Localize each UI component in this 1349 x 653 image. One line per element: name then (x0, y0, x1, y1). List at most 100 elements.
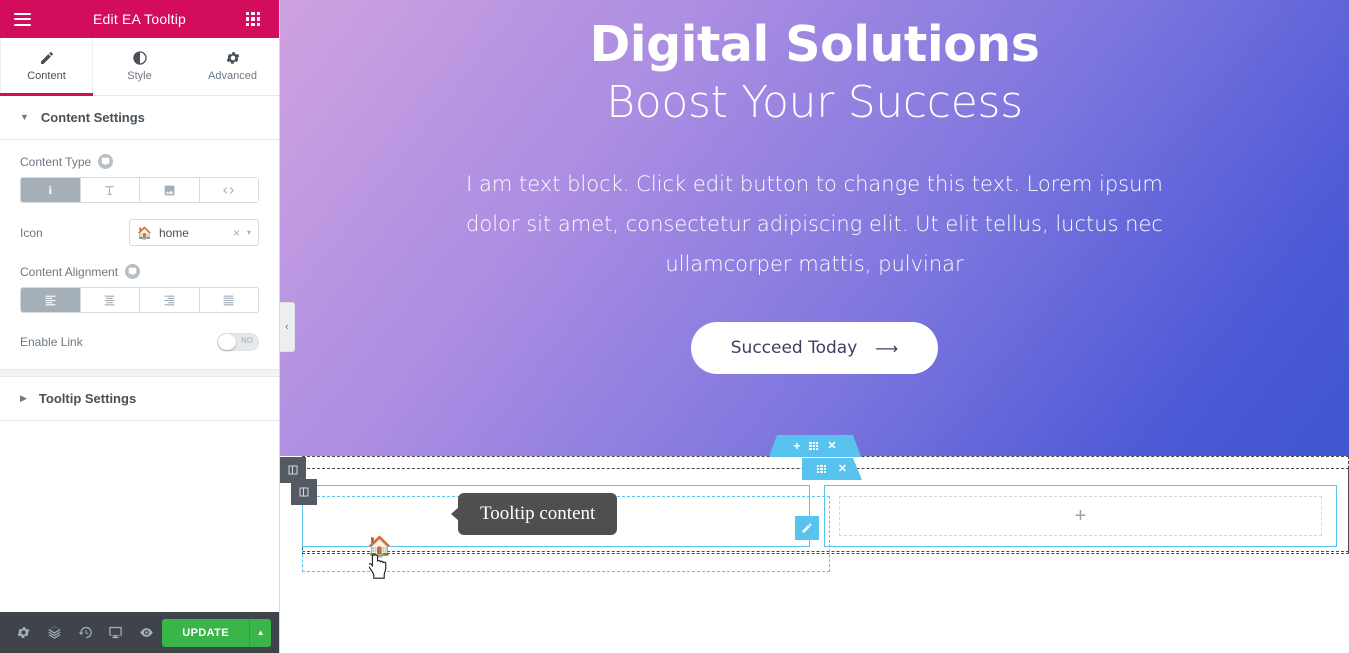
chevron-right-icon: ▶ (20, 393, 27, 403)
image-icon (164, 185, 175, 195)
empty-column-dropzone[interactable]: + (839, 496, 1322, 536)
succeed-today-button[interactable]: Succeed Today ⟶ (690, 322, 939, 375)
panel-header: Edit EA Tooltip (0, 0, 279, 38)
responsive-mode-icon (109, 626, 123, 639)
content-alignment-label: Content Alignment (20, 264, 119, 279)
contrast-circle-icon (132, 50, 147, 65)
history-button[interactable] (70, 612, 101, 653)
preview-button[interactable] (131, 612, 162, 653)
home-icon: 🏠 (137, 225, 152, 240)
settings-gear-icon (17, 627, 30, 638)
responsive-mode-button[interactable] (101, 612, 132, 653)
home-icon[interactable]: 🏠 (367, 534, 392, 559)
hero-section: Digital Solutions Boost Your Success I a… (280, 0, 1349, 456)
tooltip-content-bubble: Tooltip content (450, 493, 618, 535)
content-type-option-icon[interactable]: i (21, 178, 81, 202)
section-tooltip-settings[interactable]: ▶ Tooltip Settings (0, 377, 279, 421)
content-type-label-row: Content Type (20, 154, 259, 169)
content-settings-controls: Content Type i Icon 🏠 home × ▾ Content A… (0, 140, 279, 369)
content-type-option-code[interactable] (199, 178, 258, 202)
chevron-down-icon: ▼ (20, 112, 29, 122)
tab-content-label: Content (27, 69, 66, 82)
content-type-label: Content Type (20, 154, 92, 169)
close-icon[interactable]: ✕ (827, 441, 836, 452)
navigator-layers-icon (48, 626, 61, 639)
arrow-right-icon: ⟶ (875, 338, 899, 358)
add-widget-icon[interactable]: + (1075, 506, 1087, 526)
succeed-today-label: Succeed Today (730, 338, 858, 359)
content-type-icon-glyph: i (48, 182, 52, 197)
toggle-knob (218, 334, 236, 350)
align-left-option[interactable] (21, 288, 81, 312)
icon-label: Icon (20, 225, 43, 240)
chevron-down-icon[interactable]: ▾ (247, 228, 251, 237)
panel-footer: UPDATE ▲ (0, 612, 279, 653)
enable-link-toggle[interactable]: NO (217, 333, 259, 351)
enable-link-label: Enable Link (20, 335, 83, 349)
settings-gear-button[interactable] (8, 612, 39, 653)
control-content-type: Content Type i (20, 140, 259, 203)
section-divider (0, 369, 279, 377)
help-tooltip-icon[interactable] (98, 154, 114, 169)
drag-grid-icon[interactable] (809, 442, 818, 451)
section-handle-toolbar[interactable]: + ✕ (769, 435, 861, 457)
column-icon (299, 487, 309, 497)
section-tooltip-settings-label: Tooltip Settings (38, 391, 137, 406)
inner-section-handle-toolbar[interactable]: ✕ (802, 458, 862, 480)
drag-grid-icon[interactable] (817, 465, 826, 474)
close-icon[interactable]: ✕ (838, 464, 847, 475)
editor-lower-section: + ✕ ✕ 🏠 Tooltip content + (280, 456, 1349, 653)
update-button[interactable]: UPDATE (162, 618, 250, 647)
hero-subtitle: Boost Your Success (606, 76, 1023, 128)
hero-paragraph: I am text block. Click edit button to ch… (466, 172, 1163, 277)
pencil-icon (40, 51, 53, 64)
editor-panel: Edit EA Tooltip Content Style Advanced ▼… (0, 0, 280, 653)
history-revisions-icon (78, 626, 92, 639)
section-content-settings[interactable]: ▼ Content Settings (0, 96, 279, 140)
update-group: UPDATE ▲ (162, 618, 272, 647)
tab-style[interactable]: Style (93, 38, 186, 96)
pencil-edit-icon (802, 523, 812, 533)
control-content-alignment: Content Alignment (20, 246, 259, 313)
hero-content: Digital Solutions Boost Your Success I a… (280, 0, 1349, 456)
panel-tabs: Content Style Advanced (0, 38, 279, 96)
icon-select-value: home (158, 225, 189, 240)
help-tooltip-icon[interactable] (125, 264, 141, 279)
add-section-icon[interactable]: + (793, 440, 800, 452)
control-enable-link: Enable Link NO (20, 313, 259, 369)
icon-select[interactable]: 🏠 home × ▾ (129, 219, 259, 246)
enable-link-state: NO (241, 336, 253, 345)
hero-cta-wrap: Succeed Today ⟶ (280, 322, 1349, 375)
tab-advanced[interactable]: Advanced (186, 38, 279, 96)
update-options-button[interactable]: ▲ (249, 618, 272, 647)
panel-body: ▼ Content Settings Content Type i Icon 🏠… (0, 96, 279, 612)
right-column[interactable]: + (824, 485, 1337, 547)
panel-collapse-button[interactable]: ‹ (280, 302, 295, 352)
content-type-option-text[interactable] (80, 178, 140, 202)
text-icon (105, 185, 115, 195)
content-type-option-image[interactable] (140, 178, 200, 202)
control-icon: Icon 🏠 home × ▾ (20, 203, 259, 246)
tab-style-label: Style (127, 69, 152, 82)
editor-canvas: Digital Solutions Boost Your Success I a… (280, 0, 1349, 653)
widgets-grid-icon (246, 12, 260, 26)
align-center-option[interactable] (80, 288, 140, 312)
align-left-icon (45, 295, 56, 305)
code-icon (223, 186, 235, 194)
hamburger-menu-button[interactable] (0, 0, 44, 38)
widget-edit-button[interactable] (795, 516, 819, 540)
tab-content[interactable]: Content (0, 38, 93, 96)
navigator-button[interactable] (39, 612, 70, 653)
align-justify-option[interactable] (199, 288, 258, 312)
hamburger-menu-icon (13, 12, 31, 26)
clear-icon[interactable]: × (233, 226, 240, 240)
preview-eye-icon (140, 628, 154, 637)
widgets-grid-button[interactable] (236, 0, 270, 38)
elementor-editor: Edit EA Tooltip Content Style Advanced ▼… (0, 0, 1349, 653)
column-icon (288, 465, 298, 475)
hero-title: Digital Solutions (589, 16, 1040, 73)
align-right-option[interactable] (140, 288, 200, 312)
content-type-choices: i (20, 177, 259, 203)
gear-icon (226, 51, 239, 64)
column-handle-inner[interactable] (291, 479, 317, 505)
